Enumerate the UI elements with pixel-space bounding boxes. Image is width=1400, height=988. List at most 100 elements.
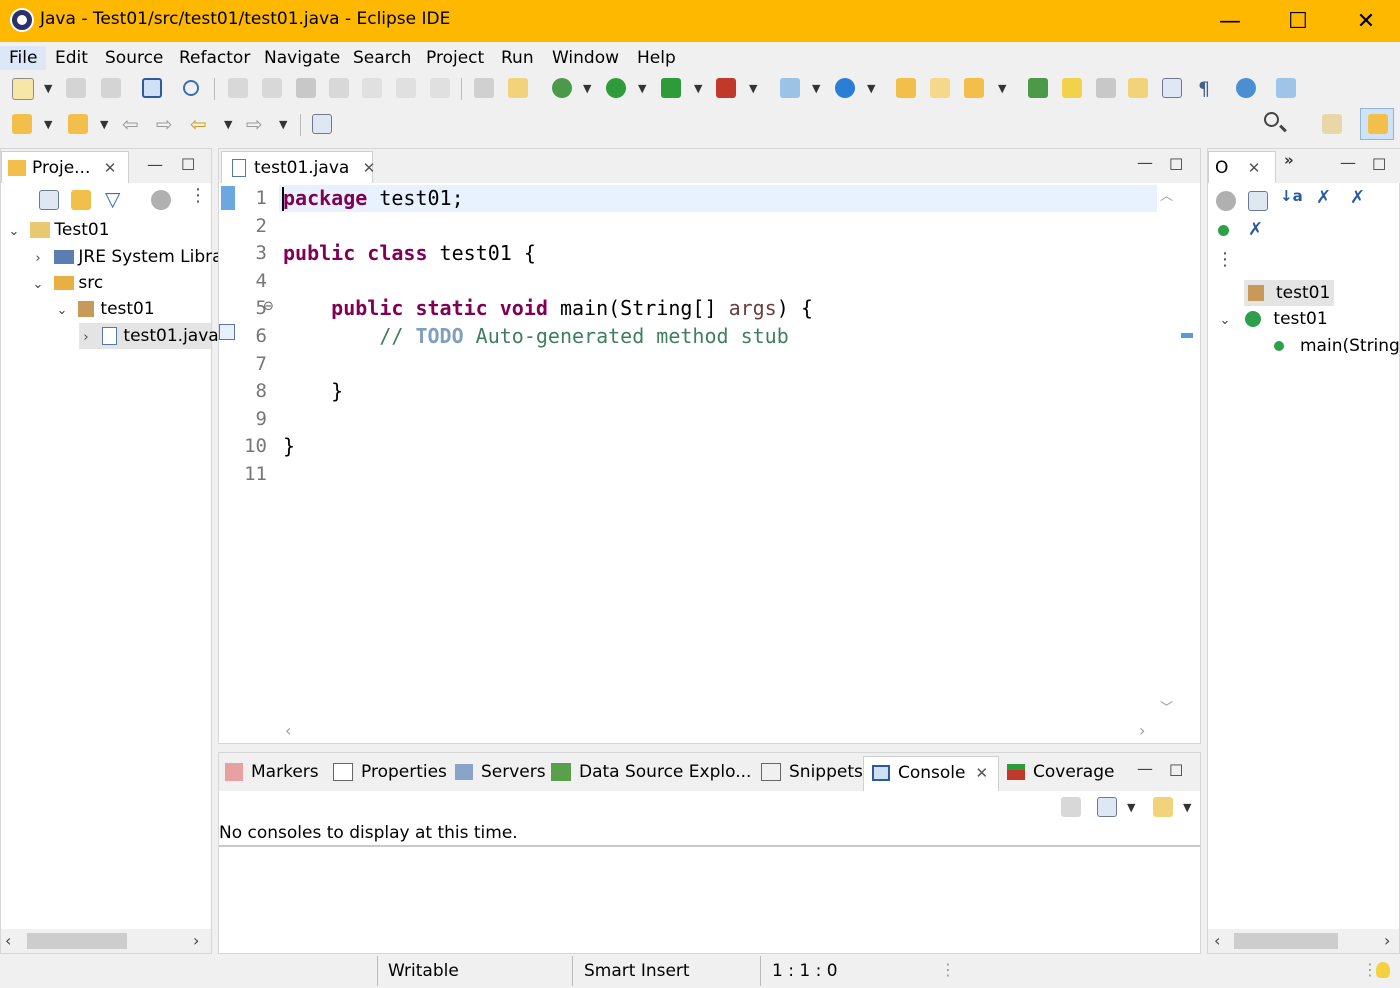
focus-icon[interactable] xyxy=(1216,191,1236,211)
view-menu-icon[interactable]: ⋮ xyxy=(189,185,207,206)
scroll-down-icon[interactable]: ﹀ xyxy=(1160,697,1173,716)
annotation-icon[interactable] xyxy=(1028,78,1048,98)
tab-outline[interactable]: O ✕ xyxy=(1208,151,1276,183)
search-icon[interactable] xyxy=(183,80,199,96)
whitespace-icon[interactable]: ¶ xyxy=(1198,78,1210,100)
scroll-right-icon[interactable]: › xyxy=(1139,721,1145,740)
tab-console[interactable]: Console ✕ xyxy=(863,756,999,791)
tab-servers[interactable]: Servers xyxy=(455,756,546,788)
tab-coverage[interactable]: Coverage xyxy=(1007,756,1114,788)
scroll-thumb[interactable] xyxy=(27,933,127,949)
terminal-icon[interactable] xyxy=(142,78,162,98)
horizontal-scrollbar[interactable]: ‹ › xyxy=(279,719,1157,743)
menu-edit[interactable]: Edit xyxy=(46,46,97,70)
outline-item-package[interactable]: test01 xyxy=(1244,280,1334,306)
run-icon[interactable] xyxy=(606,78,626,98)
horizontal-scrollbar[interactable]: ‹ › xyxy=(1,929,211,953)
back-icon[interactable]: ⇦ xyxy=(190,112,207,136)
next-annotation-dropdown-icon[interactable]: ▼ xyxy=(44,118,52,131)
menu-file[interactable]: File xyxy=(0,46,47,70)
debug-dropdown-icon[interactable]: ▼ xyxy=(583,82,591,95)
tree-item-src[interactable]: ⌄ src xyxy=(31,270,104,296)
highlight-icon[interactable] xyxy=(1062,78,1082,98)
new-class-dropdown-icon[interactable]: ▼ xyxy=(867,82,875,95)
tab-snippets[interactable]: Snippets xyxy=(761,756,863,788)
open-console-dropdown-icon[interactable]: ▼ xyxy=(1183,801,1191,814)
new-dropdown-icon[interactable]: ▼ xyxy=(44,82,52,95)
pin-console-icon[interactable] xyxy=(1061,797,1081,817)
minimize-view-icon[interactable]: — xyxy=(1137,153,1153,172)
menu-source[interactable]: Source xyxy=(96,46,172,70)
link-with-editor-icon[interactable] xyxy=(71,190,91,210)
web-browser-icon[interactable] xyxy=(1236,78,1256,98)
code-editor[interactable]: package test01; public class test01 { pu… xyxy=(279,183,1157,719)
coverage-icon[interactable] xyxy=(661,78,681,98)
collapse-all-icon[interactable] xyxy=(39,190,59,210)
save-all-icon[interactable] xyxy=(101,78,121,98)
menu-search[interactable]: Search xyxy=(344,46,420,70)
chevron-right-icon[interactable]: › xyxy=(31,246,45,272)
menu-project[interactable]: Project xyxy=(417,46,493,70)
tab-markers[interactable]: Markers xyxy=(225,756,319,788)
drop-to-frame-icon[interactable] xyxy=(474,78,494,98)
tip-lightbulb-icon[interactable] xyxy=(1376,962,1390,978)
menu-window[interactable]: Window xyxy=(543,46,628,70)
tree-item-jre[interactable]: › JRE System Libra xyxy=(31,244,222,272)
task-overview-marker[interactable] xyxy=(1181,333,1193,338)
step-return-icon[interactable] xyxy=(430,78,450,98)
terminate-icon[interactable] xyxy=(296,78,316,98)
filter-icon[interactable]: ▽ xyxy=(105,187,120,211)
menu-run[interactable]: Run xyxy=(492,46,543,70)
maximize-button[interactable]: ☐ xyxy=(1264,0,1332,42)
minimize-view-icon[interactable]: — xyxy=(1340,153,1356,172)
minimize-button[interactable]: — xyxy=(1196,0,1264,42)
previous-annotation-icon[interactable] xyxy=(68,114,88,134)
use-step-filters-icon[interactable] xyxy=(508,78,528,98)
pin-editor-icon[interactable] xyxy=(312,114,332,134)
close-icon[interactable]: ✕ xyxy=(976,764,989,782)
tree-item-project[interactable]: ⌄ Test01 xyxy=(7,217,110,243)
scroll-left-icon[interactable]: ‹ xyxy=(1214,931,1220,950)
tab-properties[interactable]: Properties xyxy=(333,756,447,788)
tab-data-source-explorer[interactable]: Data Source Explo... xyxy=(551,756,751,788)
mark-occurrences-icon[interactable] xyxy=(1162,78,1182,98)
chevron-down-icon[interactable]: ⌄ xyxy=(1218,308,1232,334)
scroll-left-icon[interactable]: ‹ xyxy=(285,721,291,740)
open-perspective-icon[interactable] xyxy=(1322,114,1342,134)
search-pen-icon[interactable] xyxy=(964,78,984,98)
next-annotation-icon[interactable] xyxy=(12,114,32,134)
close-icon[interactable]: ✕ xyxy=(363,159,376,177)
outline-item-method[interactable]: main(String xyxy=(1272,333,1400,359)
close-icon[interactable]: ✕ xyxy=(1248,159,1261,177)
close-button[interactable]: ✕ xyxy=(1332,0,1400,42)
menu-navigate[interactable]: Navigate xyxy=(255,46,349,70)
tab-project-explorer[interactable]: Proje... ✕ xyxy=(1,151,129,183)
disconnect-icon[interactable] xyxy=(329,78,349,98)
scroll-up-icon[interactable]: ︿ xyxy=(1160,185,1173,204)
new-class-icon[interactable] xyxy=(835,78,855,98)
suspend-icon[interactable] xyxy=(262,78,282,98)
maximize-view-icon[interactable]: ☐ xyxy=(1169,155,1183,174)
search-dropdown-icon[interactable]: ▼ xyxy=(998,82,1006,95)
tree-item-java-file[interactable]: › test01.java xyxy=(79,323,219,349)
menu-refactor[interactable]: Refactor xyxy=(170,46,259,70)
hide-local-types-icon[interactable]: ✗ xyxy=(1248,219,1263,240)
step-into-icon[interactable] xyxy=(362,78,382,98)
scroll-thumb[interactable] xyxy=(1234,933,1338,949)
display-console-dropdown-icon[interactable]: ▼ xyxy=(1127,801,1135,814)
tree-item-package[interactable]: ⌄ test01 xyxy=(55,296,155,322)
sync-icon[interactable] xyxy=(1276,78,1296,98)
scroll-right-icon[interactable]: › xyxy=(1384,931,1390,950)
new-java-project-dropdown-icon[interactable]: ▼ xyxy=(812,82,820,95)
task-marker-icon[interactable] xyxy=(219,324,235,340)
external-tools-dropdown-icon[interactable]: ▼ xyxy=(749,82,757,95)
maximize-view-icon[interactable]: ☐ xyxy=(1169,761,1183,780)
display-console-icon[interactable] xyxy=(1097,797,1117,817)
save-icon[interactable] xyxy=(66,78,86,98)
forward-icon[interactable]: ⇨ xyxy=(246,112,263,136)
debug-icon[interactable] xyxy=(552,78,572,98)
new-icon[interactable] xyxy=(12,78,34,100)
focus-icon[interactable] xyxy=(151,190,171,210)
last-edit-forward-icon[interactable]: ⇨ xyxy=(156,112,173,136)
external-tools-icon[interactable] xyxy=(716,78,736,98)
